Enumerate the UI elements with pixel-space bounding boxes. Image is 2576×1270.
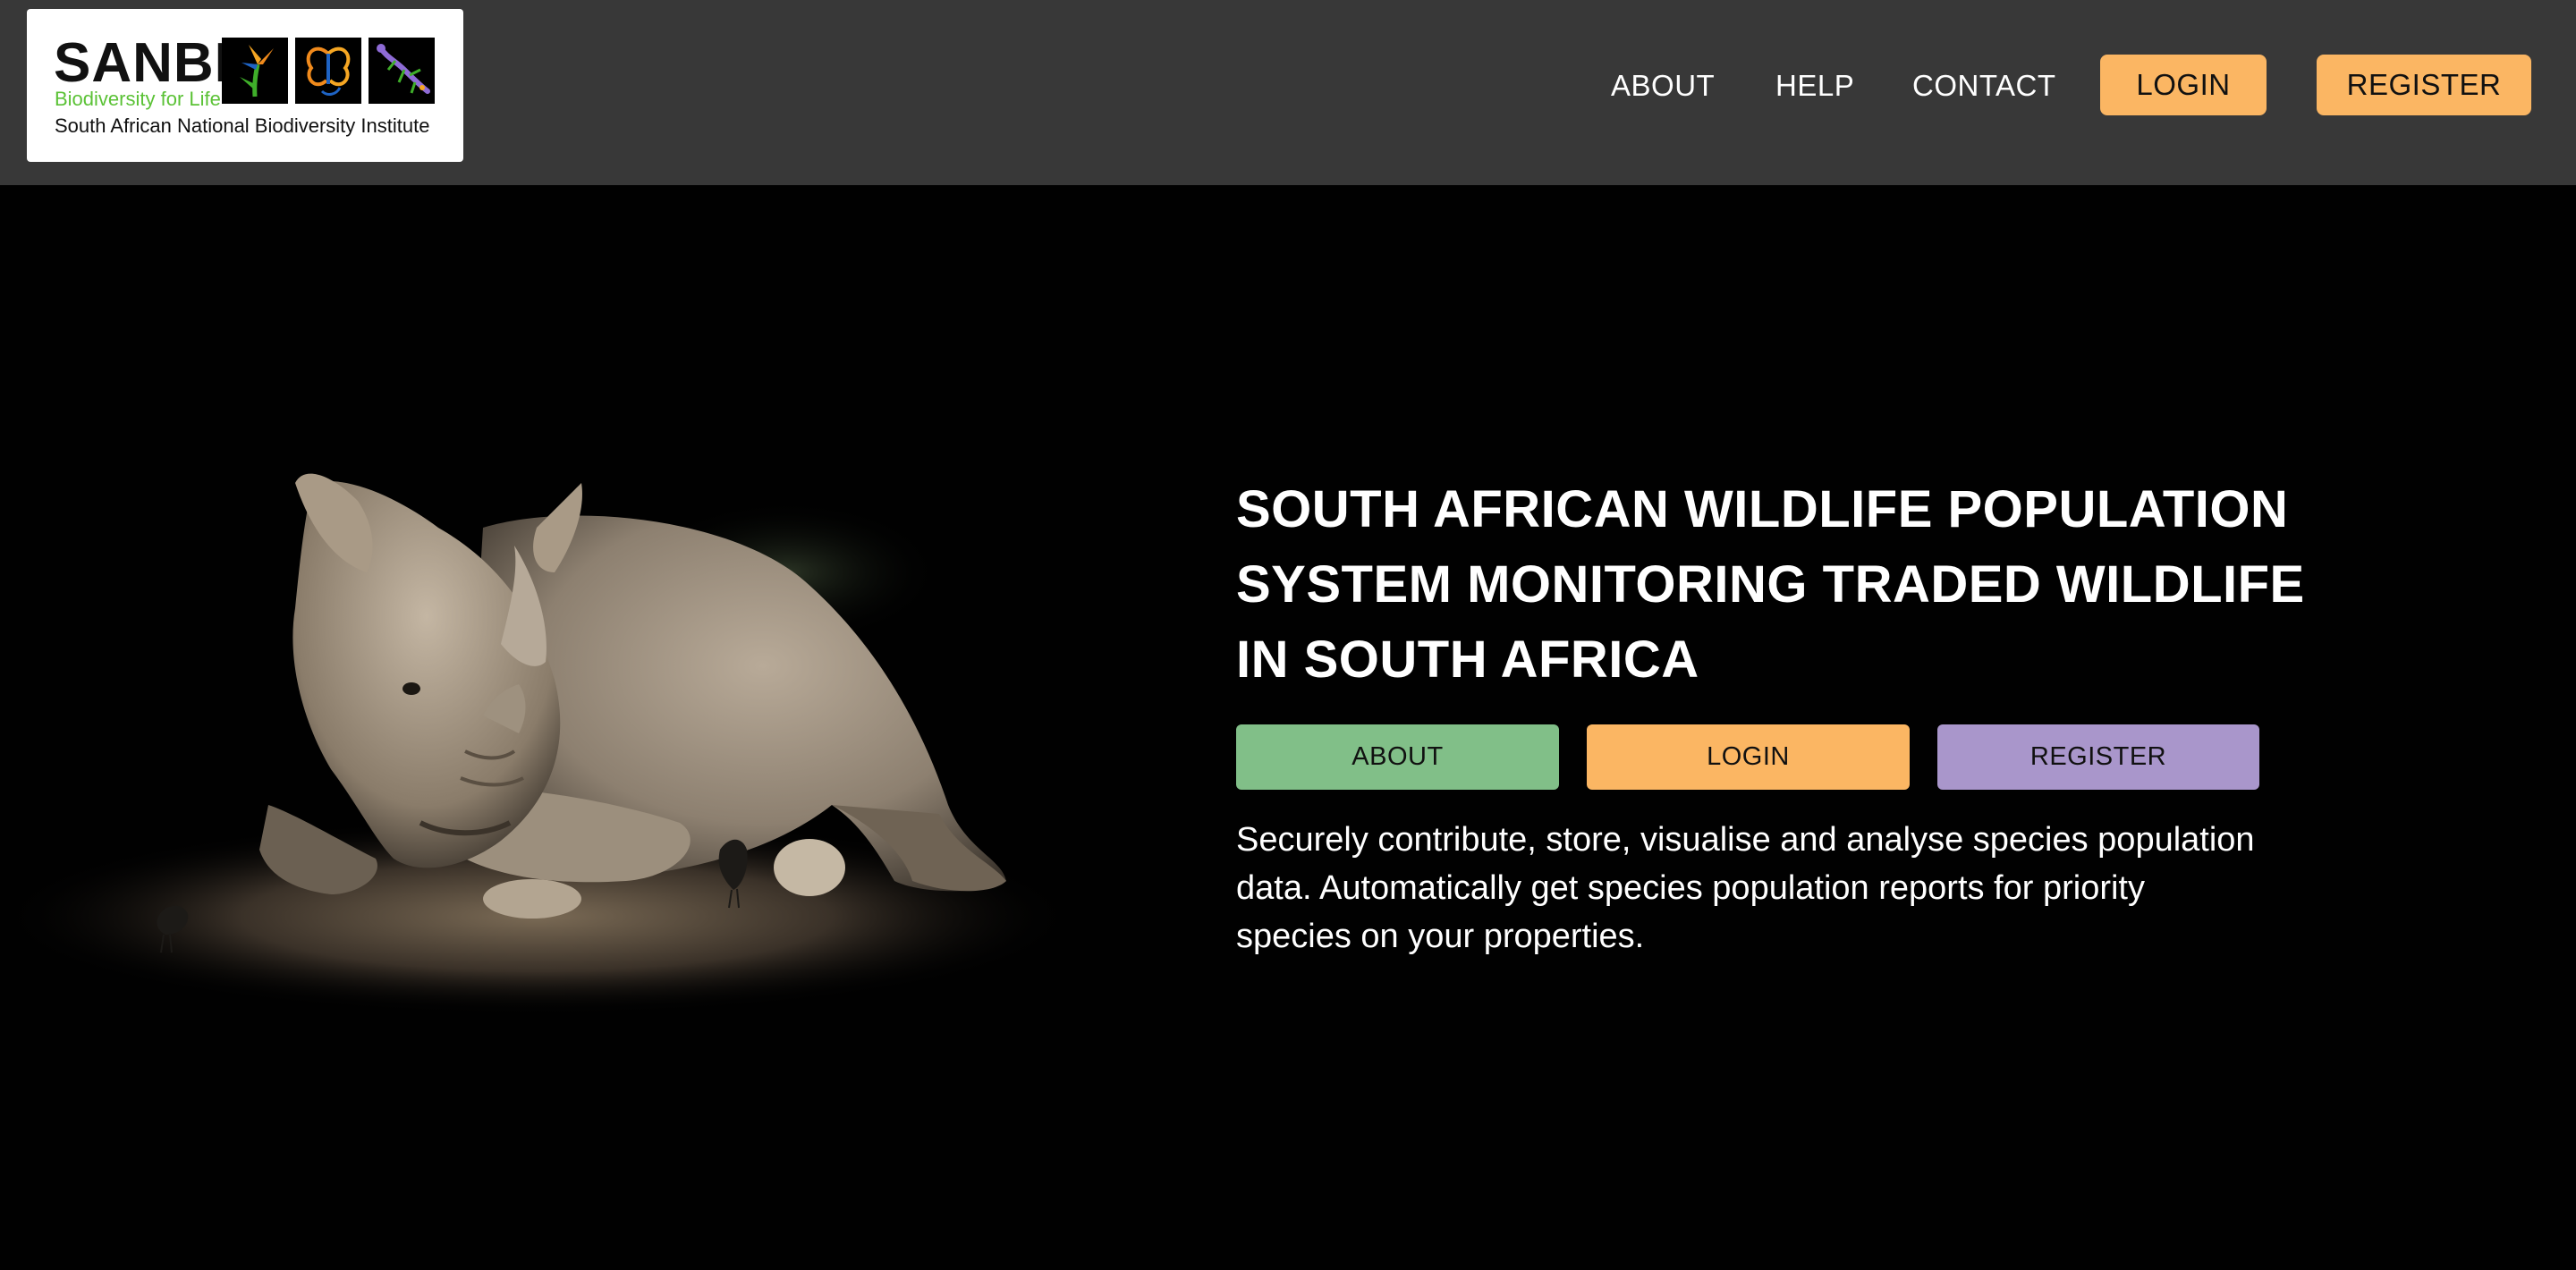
logo-tagline: Biodiversity for Life: [55, 88, 221, 110]
hero-title-line: SOUTH AFRICAN WILDLIFE POPULATION: [1236, 480, 2289, 538]
flower-logo-icon: [222, 38, 288, 104]
nav-login-button[interactable]: LOGIN: [2100, 55, 2267, 115]
hero-description-line: Securely contribute, store, visualise an…: [1236, 821, 2255, 859]
nav-contact-link[interactable]: CONTACT: [1912, 64, 2056, 107]
nav-about-link[interactable]: ABOUT: [1611, 64, 1715, 107]
hero-register-button[interactable]: REGISTER: [1937, 724, 2259, 790]
sanbi-logo[interactable]: SANBI Biodiversity for Life South Africa…: [27, 9, 463, 162]
hero-title-line: SYSTEM MONITORING TRADED WILDLIFE: [1236, 555, 2305, 614]
hero-about-button[interactable]: ABOUT: [1236, 724, 1559, 790]
hero-description-line: data. Automatically get species populati…: [1236, 869, 2145, 907]
nav-register-button[interactable]: REGISTER: [2317, 55, 2531, 115]
hero-description: Securely contribute, store, visualise an…: [1236, 816, 2309, 961]
nav-help-link[interactable]: HELP: [1775, 64, 1854, 107]
hero-title: SOUTH AFRICAN WILDLIFE POPULATION SYSTEM…: [1236, 472, 2309, 698]
logo-wordmark: SANBI: [54, 32, 231, 94]
butterfly-logo-icon: [295, 38, 361, 104]
logo-subtitle: South African National Biodiversity Inst…: [55, 114, 430, 137]
hero-title-line: IN SOUTH AFRICA: [1236, 631, 1699, 689]
top-navigation-bar: SANBI Biodiversity for Life South Africa…: [0, 0, 2576, 185]
lizard-logo-icon: [369, 38, 435, 104]
rhino-hero-image: [0, 429, 1118, 1037]
hero-description-line: species on your properties.: [1236, 918, 1645, 955]
hero-login-button[interactable]: LOGIN: [1587, 724, 1910, 790]
